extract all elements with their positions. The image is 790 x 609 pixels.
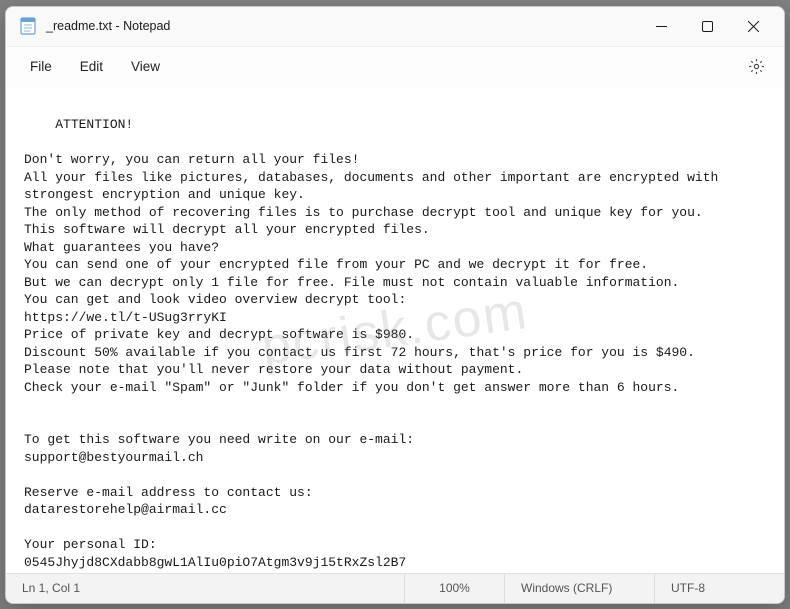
status-cursor-position: Ln 1, Col 1 bbox=[6, 574, 404, 603]
notepad-window: _readme.txt - Notepad File Edit View AT bbox=[5, 6, 785, 604]
window-title: _readme.txt - Notepad bbox=[46, 19, 170, 33]
titlebar[interactable]: _readme.txt - Notepad bbox=[6, 7, 784, 47]
gear-icon[interactable] bbox=[738, 51, 774, 83]
menubar: File Edit View bbox=[6, 47, 784, 87]
text-editor-area[interactable]: ATTENTION! Don't worry, you can return a… bbox=[6, 87, 784, 573]
menu-file[interactable]: File bbox=[16, 53, 66, 80]
statusbar: Ln 1, Col 1 100% Windows (CRLF) UTF-8 bbox=[6, 573, 784, 603]
document-text: ATTENTION! Don't worry, you can return a… bbox=[24, 117, 726, 570]
status-line-ending: Windows (CRLF) bbox=[504, 574, 654, 603]
window-controls bbox=[638, 6, 776, 46]
minimize-button[interactable] bbox=[638, 6, 684, 46]
menu-edit[interactable]: Edit bbox=[66, 53, 117, 80]
status-zoom[interactable]: 100% bbox=[404, 574, 504, 603]
maximize-button[interactable] bbox=[684, 6, 730, 46]
close-button[interactable] bbox=[730, 6, 776, 46]
menu-view[interactable]: View bbox=[117, 53, 174, 80]
status-encoding: UTF-8 bbox=[654, 574, 784, 603]
notepad-app-icon bbox=[20, 17, 36, 35]
